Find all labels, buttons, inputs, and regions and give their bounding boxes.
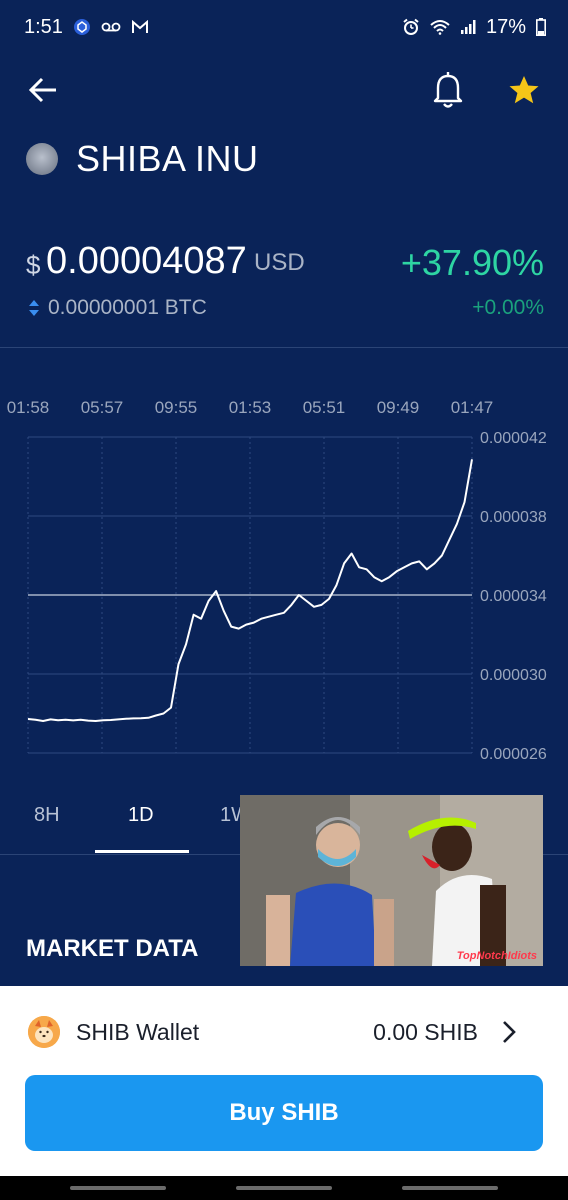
x-tick-label: 05:57: [81, 398, 124, 417]
x-tick-label: 01:58: [7, 398, 50, 417]
price-value: 0.00004087: [46, 240, 247, 282]
star-icon[interactable]: [506, 72, 542, 108]
wallet-balance: 0.00 SHIB: [373, 1019, 478, 1045]
status-right: 17%: [402, 16, 546, 39]
back-arrow-icon[interactable]: [26, 72, 62, 108]
shiba-inu-wallet-logo: [28, 1016, 60, 1048]
price-row: $ 0.00004087 USD +37.90%: [26, 240, 544, 290]
chevron-right-icon[interactable]: [498, 1019, 520, 1045]
x-tick-label: 01:47: [451, 398, 494, 417]
bottom-sheet: SHIB Wallet 0.00 SHIB Buy SHIB: [0, 986, 568, 1176]
btc-row: 0.00000001 BTC +0.00%: [26, 296, 544, 322]
signal-icon: [460, 19, 476, 35]
price-change-percent: +37.90%: [400, 242, 544, 283]
nav-handle[interactable]: [236, 1186, 332, 1190]
price-unit: USD: [254, 249, 305, 276]
buy-button[interactable]: Buy SHIB: [25, 1075, 543, 1151]
wifi-icon: [430, 19, 450, 35]
y-tick-label: 0.000026: [480, 746, 547, 763]
gmail-icon: [131, 20, 149, 34]
y-tick-label: 0.000038: [480, 509, 547, 526]
tab-1d[interactable]: 1D: [128, 804, 154, 827]
crypto-app-icon: [73, 18, 91, 36]
top-bar: [0, 62, 568, 122]
price-chart[interactable]: 01:58 05:57 09:55 01:53 05:51 09:49 01:47 0.000…: [0, 385, 568, 775]
coin-header: SHIBA INU: [26, 138, 259, 180]
overlay-photo-illustration: [240, 795, 543, 966]
swap-arrows-icon[interactable]: [28, 298, 40, 318]
btc-change-percent: +0.00%: [472, 296, 544, 319]
y-tick-label: 0.000030: [480, 667, 547, 684]
tab-8h[interactable]: 8H: [34, 804, 60, 827]
coin-name: SHIBA INU: [76, 138, 259, 179]
btc-value: 0.00000001 BTC: [48, 296, 207, 319]
bell-icon[interactable]: [430, 70, 466, 110]
x-tick-label: 09:49: [377, 398, 420, 417]
shiba-inu-logo: [26, 143, 58, 175]
nav-handle[interactable]: [402, 1186, 498, 1190]
currency-sign: $: [26, 250, 41, 280]
voicemail-icon: [101, 21, 121, 33]
status-bar: 1:51 17%: [0, 0, 568, 54]
divider: [0, 347, 568, 348]
overlay-photo: TopNotchIdiots: [240, 795, 543, 966]
x-tick-label: 09:55: [155, 398, 198, 417]
alarm-icon: [402, 18, 420, 36]
y-tick-label: 0.000034: [480, 588, 547, 605]
active-tab-indicator: [95, 850, 189, 853]
status-time: 1:51: [24, 15, 63, 38]
wallet-row[interactable]: SHIB Wallet 0.00 SHIB: [0, 986, 568, 1076]
system-nav-bar: [0, 1176, 568, 1200]
wallet-name: SHIB Wallet: [76, 1019, 200, 1045]
battery-percent: 17%: [485, 15, 526, 38]
x-tick-label: 01:53: [229, 398, 272, 417]
y-tick-label: 0.000042: [480, 430, 547, 447]
nav-handle[interactable]: [70, 1186, 166, 1190]
overlay-caption: TopNotchIdiots: [456, 950, 537, 962]
battery-icon: [536, 18, 546, 36]
x-tick-label: 05:51: [303, 398, 346, 417]
status-left: 1:51: [24, 16, 149, 39]
market-data-title: MARKET DATA: [26, 935, 199, 962]
